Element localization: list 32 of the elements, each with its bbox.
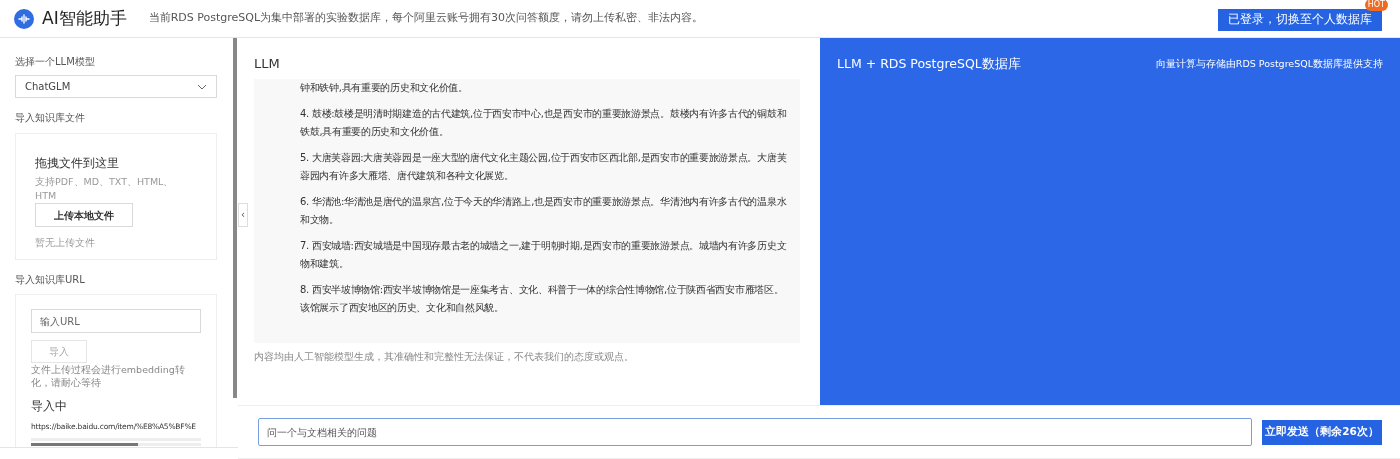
answer-paragraph: 钟和铁钟,具有重要的历史和文化价值。	[300, 80, 469, 95]
login-switch-button[interactable]: 已登录，切换至个人数据库	[1218, 8, 1382, 31]
drop-title: 拖拽文件到这里	[35, 155, 120, 172]
chevron-down-icon	[197, 83, 207, 90]
answer-paragraph: 5. 大唐芙蓉园:大唐芙蓉园是一座大型的唐代文化主题公园,位于西安市区西北部,是西安市的重要旅游景点。大唐芙蓉园内有许多大雁塔、唐代建筑和各种文化展览。	[300, 150, 788, 183]
db-panel-subtitle: 向量计算与存储由RDS PostgreSQL数据库提供支持	[1155, 57, 1383, 71]
embedding-note: 文件上传过程会进行embedding转化，请耐心等待	[31, 363, 186, 389]
url-import-label: 导入知识库URL	[15, 273, 86, 287]
upload-file-button[interactable]: 上传本地文件	[35, 203, 133, 227]
answer-paragraph: 6. 华清池:华清池是唐代的温泉宫,位于今天的华清路上,也是西安市的重要旅游景点。华清池内有许多古代的温泉水和文物。	[300, 194, 788, 227]
no-files-text: 暂无上传文件	[35, 236, 96, 250]
app-title: AI智能助手	[42, 6, 127, 30]
question-input[interactable]: 问一个与文档相关的问题	[258, 418, 1252, 446]
llm-panel-title: LLM	[254, 55, 281, 73]
answer-paragraph: 8. 西安半坡博物馆:西安半坡博物馆是一座集考古、文化、科普于一体的综合性博物馆,位于陕西省西安市雁塔区。该馆展示了西安地区的历史、文化和自然风貌。	[300, 282, 785, 315]
model-label: 选择一个LLM模型	[15, 55, 96, 69]
answer-paragraph: 4. 鼓楼:鼓楼是明清时期建造的古代建筑,位于西安市中心,也是西安市的重要旅游景点。鼓楼内有许多古代的铜鼓和铁鼓,具有重要的历史和文化价值。	[300, 106, 788, 139]
disclaimer-text: 内容均由人工智能模型生成，其准确性和完整性无法保证，不代表我们的态度或观点。	[254, 349, 635, 364]
scrollbar-thumb[interactable]	[233, 38, 237, 398]
model-select[interactable]: ChatGLM	[15, 75, 217, 98]
collapse-sidebar-button[interactable]: ‹	[238, 203, 248, 227]
send-button[interactable]: 立即发送（剩余26次）	[1262, 419, 1382, 445]
logo-icon	[14, 8, 34, 29]
notice-text: 当前RDS PostgreSQL为集中部署的实验数据库，每个阿里云账号拥有30次问答额度，请勿上传私密、非法内容。	[148, 10, 704, 27]
db-panel-title: LLM + RDS PostgreSQL数据库	[837, 55, 1021, 73]
importing-title: 导入中	[31, 398, 68, 415]
drop-zone[interactable]: 拖拽文件到这里 支持PDF、MD、TXT、HTML、HTM 上传本地文件 暂无上传文件	[15, 133, 217, 260]
url-input[interactable]: 输入URL	[31, 309, 201, 333]
answer-paragraph: 7. 西安城墙:西安城墙是中国现存最古老的城墙之一,建于明朝时期,是西安市的重要旅游景点。城墙内有许多历史文物和建筑。	[300, 238, 788, 271]
file-import-label: 导入知识库文件	[15, 111, 86, 125]
supported-formats-text: 支持PDF、MD、TXT、HTML、HTM	[35, 175, 175, 203]
hot-badge: HOT	[1364, 0, 1388, 12]
